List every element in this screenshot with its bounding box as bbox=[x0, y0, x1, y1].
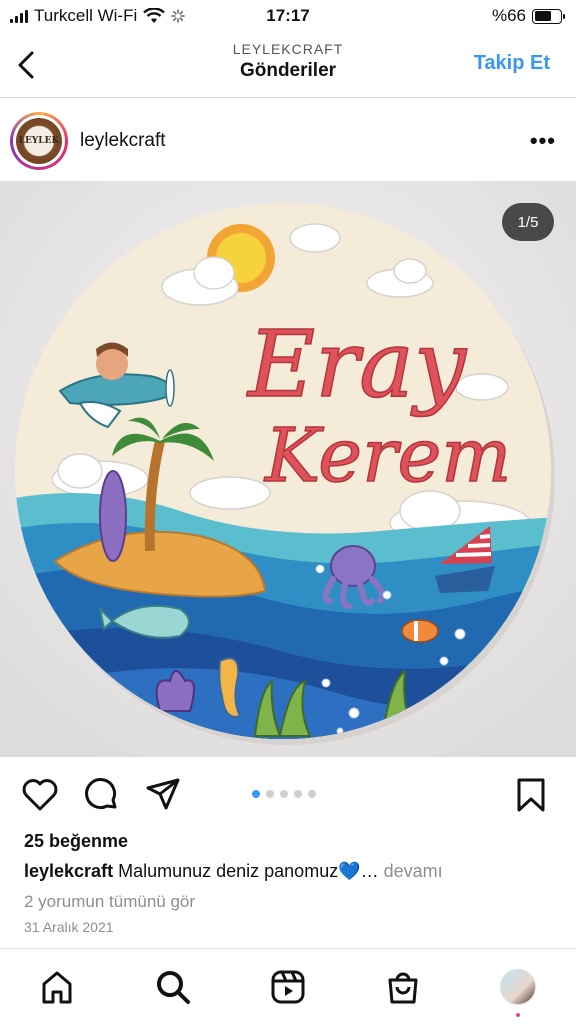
post-header: LEYLEK leylekcraft ••• bbox=[0, 100, 576, 180]
carousel-dots bbox=[252, 790, 316, 798]
post-date: 31 Aralık 2021 bbox=[24, 919, 114, 935]
reels-icon[interactable] bbox=[270, 969, 306, 1005]
comment-icon[interactable] bbox=[82, 776, 120, 814]
carousel-dot bbox=[294, 790, 302, 798]
post-username[interactable]: leylekcraft bbox=[80, 130, 166, 152]
avatar-logo-text: LEYLEK bbox=[18, 136, 60, 146]
clownfish-illustration bbox=[401, 619, 439, 643]
carousel-counter: 1/5 bbox=[502, 203, 554, 241]
bookmark-icon[interactable] bbox=[514, 776, 548, 814]
post-caption: leylekcraft Malumunuz deniz panomuz💙… de… bbox=[24, 861, 564, 882]
profile-avatar bbox=[500, 969, 536, 1005]
like-count[interactable]: 25 beğenme bbox=[24, 831, 128, 852]
bottom-tab-bar bbox=[0, 948, 576, 1024]
battery-percent: %66 bbox=[491, 6, 526, 25]
carousel-dot bbox=[308, 790, 316, 798]
notification-dot bbox=[516, 1013, 520, 1017]
view-comments-link[interactable]: 2 yorumun tümünü gör bbox=[24, 892, 195, 912]
carousel-dot bbox=[252, 790, 260, 798]
nav-header: LEYLEKCRAFT Gönderiler Takip Et bbox=[0, 34, 576, 98]
carousel-dot bbox=[266, 790, 274, 798]
status-bar: Turkcell Wi-Fi 17:17 %66 bbox=[0, 0, 576, 34]
avatar: LEYLEK bbox=[16, 118, 62, 164]
caption-text: Malumunuz deniz panomuz💙… bbox=[118, 861, 379, 881]
home-icon[interactable] bbox=[39, 969, 75, 1005]
caption-username[interactable]: leylekcraft bbox=[24, 861, 113, 881]
sign-text-line2: Kerem bbox=[263, 413, 511, 499]
shop-icon[interactable] bbox=[385, 969, 421, 1005]
sign-text-line1: Eray bbox=[246, 311, 467, 418]
status-right: %66 bbox=[491, 6, 565, 26]
follow-button[interactable]: Takip Et bbox=[474, 52, 550, 75]
caption-more-link[interactable]: devamı bbox=[384, 861, 443, 881]
name-sign-illustration: Eray Kerem bbox=[0, 181, 576, 757]
search-icon[interactable] bbox=[155, 969, 191, 1005]
clock: 17:17 bbox=[266, 6, 310, 25]
battery-fill bbox=[534, 11, 551, 21]
more-horizontal-icon[interactable]: ••• bbox=[530, 128, 556, 154]
carousel-dot bbox=[280, 790, 288, 798]
profile-tab[interactable] bbox=[500, 969, 536, 1017]
battery-icon bbox=[532, 8, 565, 24]
share-icon[interactable] bbox=[144, 776, 182, 812]
story-ring[interactable]: LEYLEK bbox=[10, 112, 68, 170]
post-image[interactable]: Eray Kerem 1/5 bbox=[0, 181, 576, 757]
post-actions bbox=[0, 770, 576, 820]
heart-icon[interactable] bbox=[20, 776, 60, 812]
